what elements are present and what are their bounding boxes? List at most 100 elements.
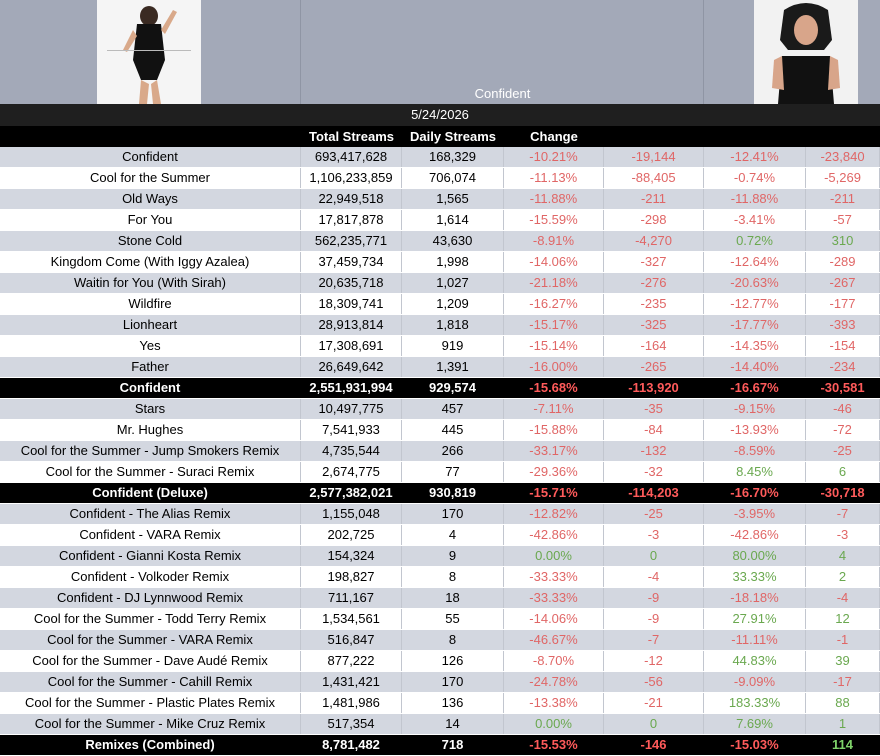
daily-streams-cell: 170 xyxy=(402,672,504,692)
daily-streams-cell: 8 xyxy=(402,567,504,587)
change-abs-cell: -298 xyxy=(604,210,704,230)
weekly-change-abs-cell: -23,840 xyxy=(806,147,880,167)
total-streams-cell: 4,735,544 xyxy=(301,441,402,461)
daily-streams-cell: 1,565 xyxy=(402,189,504,209)
daily-streams-cell: 168,329 xyxy=(402,147,504,167)
song-title-cell: Cool for the Summer - Plastic Plates Rem… xyxy=(0,693,301,713)
total-streams-cell: 1,431,421 xyxy=(301,672,402,692)
change-abs-cell: -276 xyxy=(604,273,704,293)
song-title-cell: Wildfire xyxy=(0,294,301,314)
weekly-change-pct-cell: 183.33% xyxy=(704,693,806,713)
weekly-change-abs-cell: -3 xyxy=(806,525,880,545)
song-title-cell: Cool for the Summer xyxy=(0,168,301,188)
change-abs-cell: 0 xyxy=(604,546,704,566)
total-streams-cell: 26,649,642 xyxy=(301,357,402,377)
total-streams-cell: 2,674,775 xyxy=(301,462,402,482)
total-streams-cell: 562,235,771 xyxy=(301,231,402,251)
change-pct-cell: -14.06% xyxy=(504,609,604,629)
change-pct-cell: -33.33% xyxy=(504,567,604,587)
table-row: Waitin for You (With Sirah) 20,635,718 1,0… xyxy=(0,273,880,294)
table-row: Confident - DJ Lynnwood Remix 711,167 18 -3… xyxy=(0,588,880,609)
weekly-change-abs-cell: 4 xyxy=(806,546,880,566)
change-pct-cell: -11.88% xyxy=(504,189,604,209)
daily-streams-cell: 1,391 xyxy=(402,357,504,377)
change-abs-cell: -9 xyxy=(604,588,704,608)
table-row: Kingdom Come (With Iggy Azalea) 37,459,73… xyxy=(0,252,880,273)
song-title-cell: Cool for the Summer - Dave Audé Remix xyxy=(0,651,301,671)
song-title-cell: Stone Cold xyxy=(0,231,301,251)
change-abs-cell: -21 xyxy=(604,693,704,713)
weekly-change-pct-cell: -17.77% xyxy=(704,315,806,335)
total-streams-cell: 517,354 xyxy=(301,714,402,734)
change-pct-cell: -15.88% xyxy=(504,420,604,440)
table-row: Stone Cold 562,235,771 43,630 -8.91% -4,270 0… xyxy=(0,231,880,252)
song-title-cell: Remixes (Combined) xyxy=(0,735,301,755)
weekly-change-abs-cell: -17 xyxy=(806,672,880,692)
daily-streams-cell: 445 xyxy=(402,420,504,440)
column-header-row: Total Streams Daily Streams Change xyxy=(0,126,880,147)
weekly-change-pct-cell: 7.69% xyxy=(704,714,806,734)
change-pct-cell: -10.21% xyxy=(504,147,604,167)
change-pct-cell: -8.70% xyxy=(504,651,604,671)
weekly-change-abs-cell: -177 xyxy=(806,294,880,314)
weekly-change-abs-cell: -267 xyxy=(806,273,880,293)
album-cover-image-right xyxy=(754,0,858,104)
change-abs-cell: -113,920 xyxy=(604,378,704,398)
daily-streams-cell: 4 xyxy=(402,525,504,545)
daily-streams-cell: 718 xyxy=(402,735,504,755)
table-row: Cool for the Summer - Mike Cruz Remix 517… xyxy=(0,714,880,735)
weekly-change-pct-cell: -3.41% xyxy=(704,210,806,230)
table-row: Confident - VARA Remix 202,725 4 -42.86% -3-… xyxy=(0,525,880,546)
change-abs-cell: -4 xyxy=(604,567,704,587)
change-pct-cell: -21.18% xyxy=(504,273,604,293)
change-pct-cell: -12.82% xyxy=(504,504,604,524)
daily-streams-cell: 170 xyxy=(402,504,504,524)
total-streams-cell: 198,827 xyxy=(301,567,402,587)
change-pct-cell: -29.36% xyxy=(504,462,604,482)
change-abs-cell: -164 xyxy=(604,336,704,356)
daily-streams-cell: 136 xyxy=(402,693,504,713)
change-abs-cell: -132 xyxy=(604,441,704,461)
col-header-daily-streams: Daily Streams xyxy=(410,129,496,144)
change-abs-cell: -114,203 xyxy=(604,483,704,503)
weekly-change-abs-cell: -393 xyxy=(806,315,880,335)
weekly-change-pct-cell: -12.64% xyxy=(704,252,806,272)
table-total-row: Remixes (Combined) 8,781,482 718 -15.53% -14… xyxy=(0,735,880,756)
table-row: Stars 10,497,775 457 -7.11% -35 -9.15% -46 xyxy=(0,399,880,420)
daily-streams-cell: 14 xyxy=(402,714,504,734)
table-row: Confident - Gianni Kosta Remix 154,324 9 0.… xyxy=(0,546,880,567)
change-pct-cell: -33.33% xyxy=(504,588,604,608)
change-abs-cell: -235 xyxy=(604,294,704,314)
weekly-change-abs-cell: -46 xyxy=(806,399,880,419)
change-pct-cell: -15.53% xyxy=(504,735,604,755)
change-pct-cell: 0.00% xyxy=(504,546,604,566)
table-total-row: Confident (Deluxe) 2,577,382,021 930,819 -1… xyxy=(0,483,880,504)
weekly-change-abs-cell: -234 xyxy=(806,357,880,377)
table-row: Wildfire 18,309,741 1,209 -16.27% -235 -12.77… xyxy=(0,294,880,315)
weekly-change-abs-cell: -5,269 xyxy=(806,168,880,188)
daily-streams-cell: 18 xyxy=(402,588,504,608)
table-row: Mr. Hughes 7,541,933 445 -15.88% -84 -13.93% -… xyxy=(0,420,880,441)
song-title-cell: Kingdom Come (With Iggy Azalea) xyxy=(0,252,301,272)
total-streams-cell: 154,324 xyxy=(301,546,402,566)
song-title-cell: Cool for the Summer - Todd Terry Remix xyxy=(0,609,301,629)
weekly-change-pct-cell: 44.83% xyxy=(704,651,806,671)
song-title-cell: Mr. Hughes xyxy=(0,420,301,440)
table-row: Lionheart 28,913,814 1,818 -15.17% -325 -17.7… xyxy=(0,315,880,336)
change-pct-cell: -14.06% xyxy=(504,252,604,272)
daily-streams-cell: 1,027 xyxy=(402,273,504,293)
change-pct-cell: 0.00% xyxy=(504,714,604,734)
weekly-change-pct-cell: -42.86% xyxy=(704,525,806,545)
total-streams-cell: 2,551,931,994 xyxy=(301,378,402,398)
album-title: Confident xyxy=(474,86,531,101)
col-header-change: Change xyxy=(530,129,578,144)
change-abs-cell: -12 xyxy=(604,651,704,671)
table-row: Father 26,649,642 1,391 -16.00% -265 -14.40% -… xyxy=(0,357,880,378)
total-streams-cell: 711,167 xyxy=(301,588,402,608)
change-pct-cell: -46.67% xyxy=(504,630,604,650)
table-row: Cool for the Summer - Plastic Plates Rem… xyxy=(0,693,880,714)
weekly-change-pct-cell: -15.03% xyxy=(704,735,806,755)
total-streams-cell: 18,309,741 xyxy=(301,294,402,314)
weekly-change-pct-cell: 0.72% xyxy=(704,231,806,251)
song-title-cell: Confident - Gianni Kosta Remix xyxy=(0,546,301,566)
